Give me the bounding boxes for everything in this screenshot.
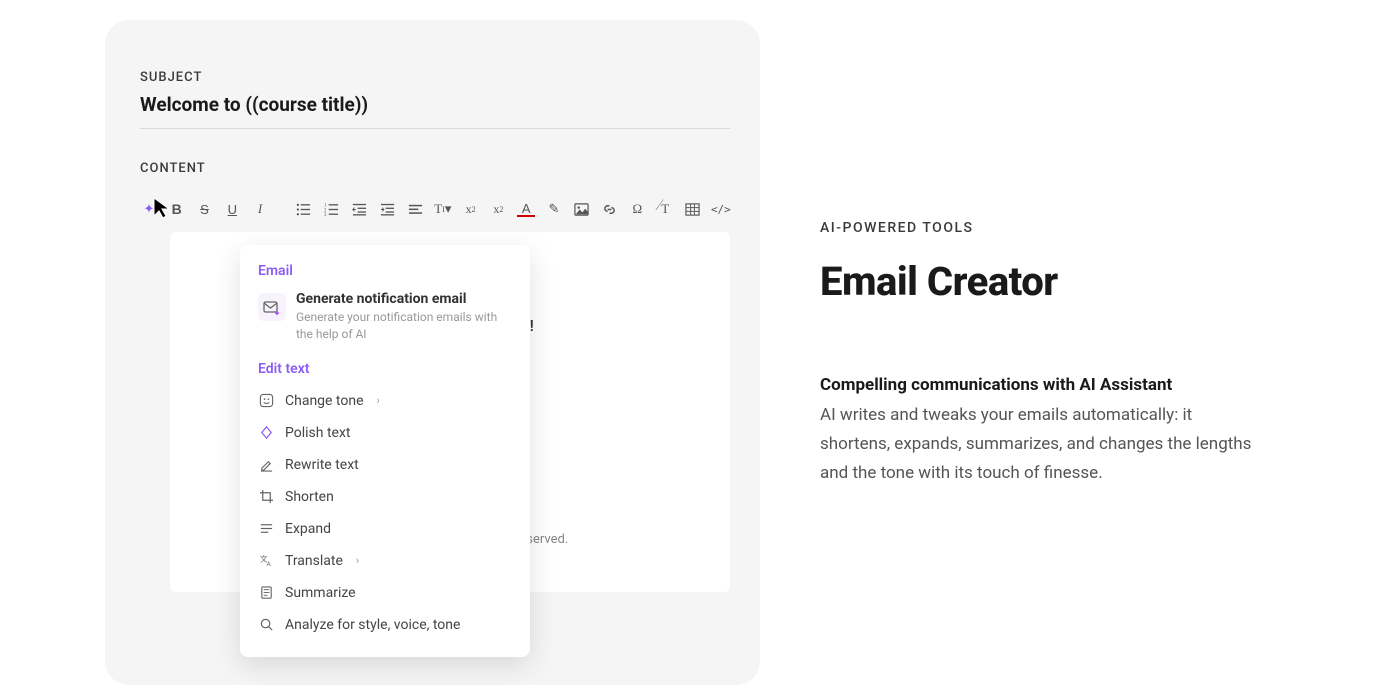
- envelope-sparkle-icon: [258, 293, 286, 321]
- rewrite-text-item[interactable]: Rewrite text: [240, 449, 530, 481]
- menu-label: Shorten: [285, 489, 334, 505]
- expand-item[interactable]: Expand: [240, 513, 530, 545]
- gen-email-sub: Generate your notification emails with t…: [296, 309, 512, 343]
- body-text: AI writes and tweaks your emails automat…: [820, 401, 1260, 488]
- menu-label: Analyze for style, voice, tone: [285, 617, 460, 633]
- table-button[interactable]: [684, 200, 702, 218]
- menu-label: Expand: [285, 521, 331, 537]
- gen-email-title: Generate notification email: [296, 291, 512, 307]
- ordered-list-button[interactable]: 123: [323, 200, 341, 218]
- email-editor-card: SUBJECT Welcome to ((course title)) CONT…: [105, 20, 760, 685]
- menu-label: Change tone: [285, 393, 364, 409]
- document-icon: [258, 585, 274, 601]
- eyebrow-text: AI-POWERED TOOLS: [820, 220, 1260, 236]
- menu-label: Summarize: [285, 585, 356, 601]
- headline-text: Email Creator: [820, 258, 1260, 305]
- menu-email-header: Email: [240, 261, 530, 287]
- strikethrough-button[interactable]: S: [196, 200, 214, 218]
- editor-toolbar: ✦ B S U I 123 TI▾ x2 x2 A ✎ Ω T⁄ </>: [140, 196, 730, 222]
- menu-label: Translate: [285, 553, 343, 569]
- highlight-button[interactable]: ✎: [545, 200, 563, 218]
- menu-label: Rewrite text: [285, 457, 359, 473]
- subject-input[interactable]: Welcome to ((course title)): [140, 93, 730, 129]
- align-button[interactable]: [406, 200, 424, 218]
- clear-format-button[interactable]: T⁄: [656, 200, 674, 218]
- diamond-icon: [258, 425, 274, 441]
- menu-edit-header: Edit text: [240, 355, 530, 385]
- change-tone-item[interactable]: Change tone ›: [240, 385, 530, 417]
- link-button[interactable]: [601, 200, 619, 218]
- crop-icon: [258, 489, 274, 505]
- translate-item[interactable]: 文A Translate ›: [240, 545, 530, 577]
- analyze-item[interactable]: Analyze for style, voice, tone: [240, 609, 530, 641]
- image-button[interactable]: [573, 200, 591, 218]
- superscript-button[interactable]: x2: [462, 200, 480, 218]
- smile-icon: [258, 393, 274, 409]
- unordered-list-button[interactable]: [295, 200, 313, 218]
- chevron-right-icon: ›: [356, 554, 359, 567]
- shorten-item[interactable]: Shorten: [240, 481, 530, 513]
- pencil-line-icon: [258, 457, 274, 473]
- content-label: CONTENT: [140, 161, 730, 176]
- text-color-button[interactable]: A: [517, 201, 535, 217]
- svg-text:A: A: [266, 560, 271, 568]
- magnify-icon: [258, 617, 274, 633]
- special-char-button[interactable]: Ω: [628, 200, 646, 218]
- chevron-right-icon: ›: [377, 394, 380, 407]
- indent-button[interactable]: [378, 200, 396, 218]
- italic-button[interactable]: I: [251, 200, 269, 218]
- code-button[interactable]: </>: [712, 200, 730, 218]
- svg-text:3: 3: [324, 213, 327, 217]
- menu-label: Polish text: [285, 425, 350, 441]
- expand-lines-icon: [258, 521, 274, 537]
- feature-copy: AI-POWERED TOOLS Email Creator Compellin…: [760, 0, 1320, 686]
- underline-button[interactable]: U: [223, 200, 241, 218]
- translate-icon: 文A: [258, 553, 274, 569]
- subscript-button[interactable]: x2: [490, 200, 508, 218]
- screenshot-panel: SUBJECT Welcome to ((course title)) CONT…: [0, 0, 760, 686]
- cursor-icon: [152, 196, 172, 224]
- subhead-text: Compelling communications with AI Assist…: [820, 375, 1260, 395]
- outdent-button[interactable]: [351, 200, 369, 218]
- polish-text-item[interactable]: Polish text: [240, 417, 530, 449]
- ai-dropdown-menu: Email Generate notification email Genera…: [240, 245, 530, 657]
- subject-label: SUBJECT: [140, 70, 730, 85]
- text-style-button[interactable]: TI▾: [434, 200, 452, 218]
- generate-email-item[interactable]: Generate notification email Generate you…: [240, 287, 530, 355]
- summarize-item[interactable]: Summarize: [240, 577, 530, 609]
